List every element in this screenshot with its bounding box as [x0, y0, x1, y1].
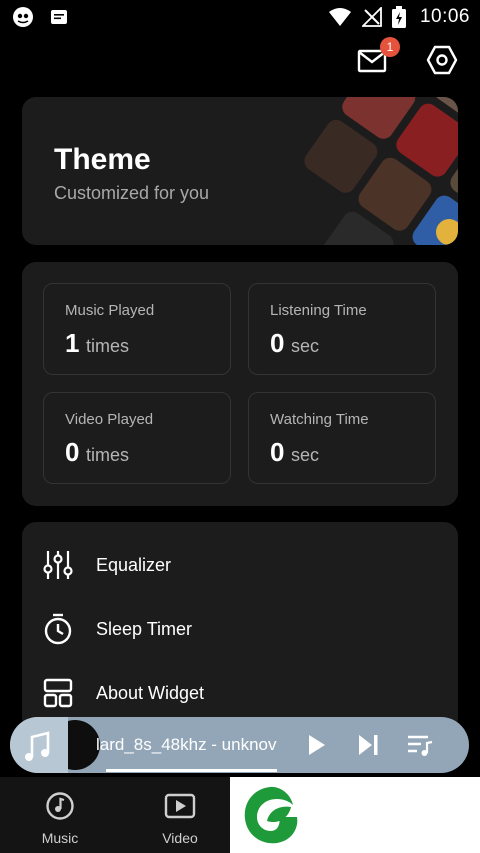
stat-label: Listening Time	[270, 302, 367, 319]
theme-preview-tiles	[232, 97, 458, 245]
message-notification-icon	[51, 10, 67, 24]
sleep-timer-label: Sleep Timer	[96, 618, 193, 639]
stat-label: Video Played	[65, 411, 154, 428]
stat-watching-time: Watching Time 0 sec	[248, 392, 436, 484]
status-clock: 10:06	[419, 6, 470, 27]
wifi-icon	[328, 8, 351, 26]
stats-card: Music Played 1 times Listening Time 0 se…	[22, 262, 458, 506]
signal-off-icon	[361, 7, 382, 27]
timer-icon	[44, 613, 72, 645]
status-bar: 10:06	[0, 0, 480, 34]
mini-player[interactable]: lard_8s_48khz - unknov	[10, 717, 469, 773]
about-widget-item[interactable]: About Widget	[22, 665, 458, 721]
stat-listening-time: Listening Time 0 sec	[248, 283, 436, 375]
stat-value: 0	[270, 437, 285, 467]
stat-unit: times	[86, 445, 130, 465]
stat-value: 1	[65, 328, 80, 358]
stat-label: Watching Time	[270, 411, 369, 428]
album-art[interactable]	[10, 717, 68, 773]
stat-video-played: Video Played 0 times	[43, 392, 231, 484]
theme-card[interactable]: Theme Customized for you	[22, 97, 458, 245]
battery-charging-icon	[391, 6, 406, 28]
settings-button[interactable]	[424, 42, 460, 78]
video-play-icon	[164, 793, 196, 819]
stat-value: 0	[270, 328, 285, 358]
mail-badge: 1	[380, 37, 400, 57]
widget-icon	[43, 678, 73, 708]
nav-music[interactable]: Music	[30, 791, 90, 846]
stat-unit: sec	[291, 445, 320, 465]
equalizer-label: Equalizer	[96, 554, 172, 575]
stat-label: Music Played	[65, 302, 155, 319]
stat-unit: sec	[291, 336, 320, 356]
track-title[interactable]: lard_8s_48khz - unknov	[96, 735, 296, 755]
theme-subtitle: Customized for you	[54, 183, 210, 203]
settings-hexagon-icon	[426, 45, 458, 75]
sleep-timer-item[interactable]: Sleep Timer	[22, 601, 458, 657]
equalizer-item[interactable]: Equalizer	[22, 537, 458, 593]
logo-overlay	[230, 777, 480, 853]
progress-bar	[106, 769, 277, 772]
equalizer-icon	[43, 551, 73, 579]
stat-unit: times	[86, 336, 130, 356]
stat-music-played: Music Played 1 times	[43, 283, 231, 375]
theme-title: Theme	[54, 143, 151, 176]
app-notification-icon	[13, 7, 33, 27]
next-icon[interactable]	[354, 731, 382, 759]
tools-card: Equalizer Sleep Timer About Widget	[22, 522, 458, 732]
playlist-icon[interactable]	[406, 731, 434, 759]
music-disc-icon	[46, 792, 74, 820]
brand-logo	[244, 786, 298, 844]
stat-value: 0	[65, 437, 80, 467]
nav-music-label: Music	[41, 830, 79, 846]
play-icon[interactable]	[302, 731, 330, 759]
nav-video-label: Video	[162, 830, 198, 846]
about-widget-label: About Widget	[96, 682, 205, 703]
music-note-icon	[25, 731, 50, 761]
nav-video[interactable]: Video	[150, 791, 210, 846]
